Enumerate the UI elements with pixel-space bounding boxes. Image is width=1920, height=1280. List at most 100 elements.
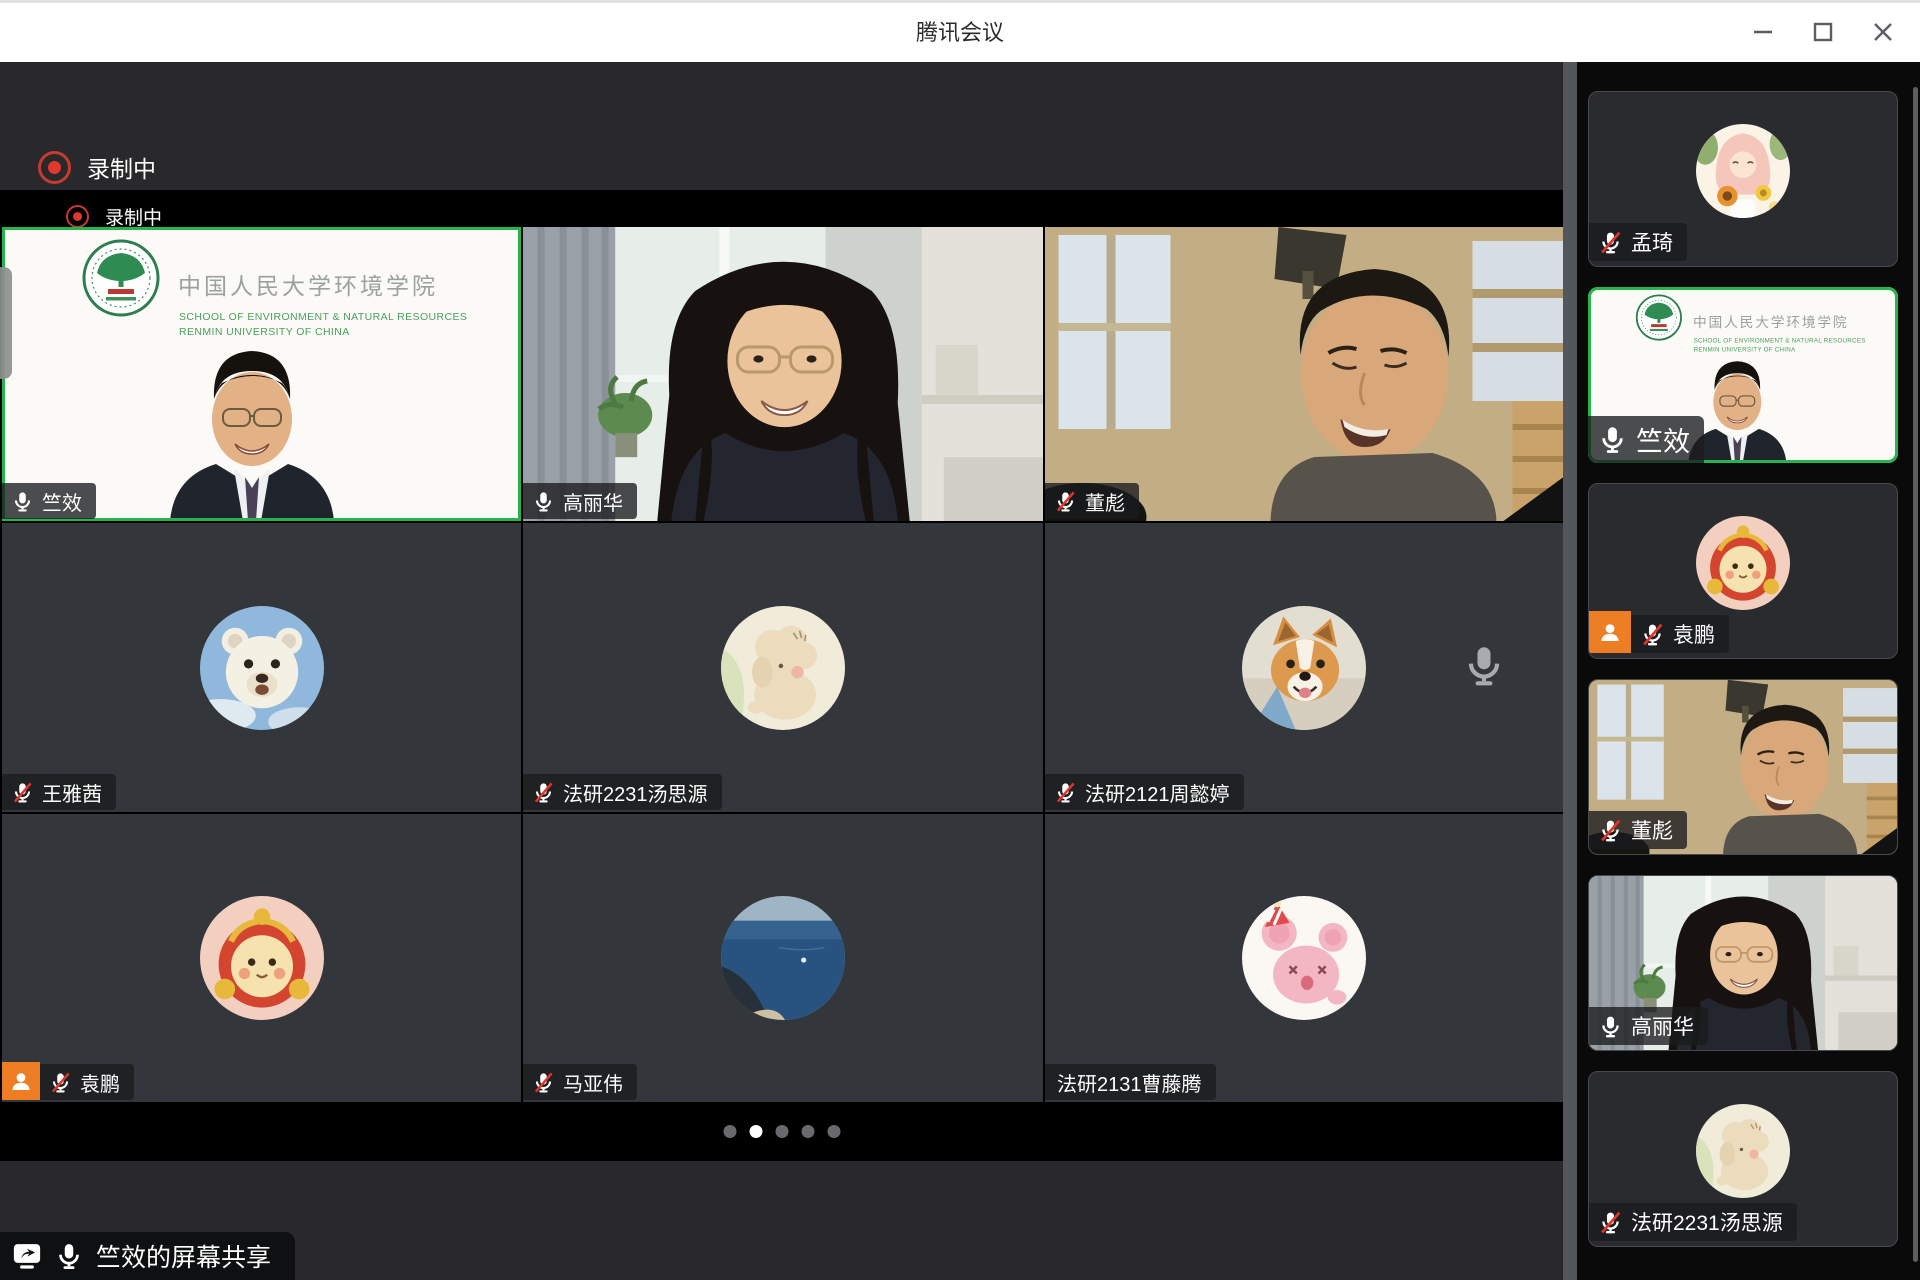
tencent-meeting-window: { "window": {"title": "腾讯会议"}, "recordin…: [0, 0, 1920, 1280]
maximize-button[interactable]: [1800, 9, 1846, 55]
participant-tile[interactable]: 袁鹏: [2, 814, 521, 1102]
meeting-content: 录制中 录制中 中国人民大学环境学院 SCHOOL OF ENVIRONMENT…: [0, 62, 1920, 1280]
panel-collapse-handle[interactable]: [0, 267, 12, 379]
participant-tile[interactable]: 中国人民大学环境学院 SCHOOL OF ENVIRONMENT & NATUR…: [2, 227, 521, 521]
pagination-dot[interactable]: [827, 1125, 840, 1138]
name-label: 王雅茜: [2, 774, 116, 810]
pagination-dot[interactable]: [723, 1125, 736, 1138]
participant-sidebar: 孟琦 中国人民大学环境学院 SCHOOL OF ENVIRONMENT & NA…: [1577, 62, 1920, 1280]
participant-tile[interactable]: 王雅茜: [2, 523, 521, 812]
avatar-tiger: [200, 896, 324, 1020]
recording-label: 录制中: [87, 150, 156, 184]
name-label: 袁鹏: [1631, 615, 1729, 653]
window-controls: [1740, 9, 1906, 55]
avatar-mouse: [1242, 896, 1366, 1020]
sidebar-participant-tile[interactable]: 董彪: [1588, 679, 1898, 855]
participant-name: 袁鹏: [1673, 619, 1715, 649]
mic-muted-icon: [1598, 230, 1623, 255]
participant-name-row: 马亚伟: [523, 1064, 637, 1100]
participant-name-row: 高丽华: [1589, 1007, 1708, 1045]
record-dot-icon: [38, 151, 71, 184]
participant-tile[interactable]: 法研2131曹藤腾: [1045, 814, 1563, 1102]
avatar-corgi: [1242, 606, 1366, 730]
name-label: 竺效: [1588, 416, 1704, 463]
shared-screen-view: 录制中 中国人民大学环境学院 SCHOOL OF ENVIRONMENT & N…: [0, 190, 1563, 1161]
sidebar-participant-tile[interactable]: 法研2231汤思源: [1588, 1071, 1898, 1247]
mic-on-icon: [54, 1241, 84, 1271]
name-label: 法研2121周懿婷: [1045, 774, 1244, 810]
minimize-icon: [1752, 21, 1774, 43]
sidebar-scrollbar[interactable]: [1913, 87, 1918, 1262]
screen-share-banner: 竺效的屏幕共享: [0, 1232, 295, 1280]
slide-subtitle-1: SCHOOL OF ENVIRONMENT & NATURAL RESOURCE…: [179, 311, 467, 323]
participant-name: 法研2121周懿婷: [1085, 778, 1230, 807]
participant-name: 法研2231汤思源: [1631, 1207, 1783, 1237]
mic-muted-icon: [1054, 781, 1077, 804]
screen-share-label: 竺效的屏幕共享: [96, 1238, 271, 1274]
mic-on-icon: [1461, 642, 1507, 693]
avatar-dog: [721, 606, 845, 730]
name-label: 法研2231汤思源: [1589, 1203, 1797, 1241]
name-label: 袁鹏: [40, 1064, 134, 1100]
member-badge-icon: [1589, 611, 1631, 653]
name-label: 高丽华: [1589, 1007, 1708, 1045]
participant-tile[interactable]: 董彪: [1045, 227, 1563, 521]
mic-on-icon: [11, 490, 34, 513]
mic-muted-icon: [532, 1071, 555, 1094]
sidebar-participant-tile[interactable]: 孟琦: [1588, 91, 1898, 267]
recording-indicator: 录制中: [38, 150, 156, 184]
mic-muted-icon: [532, 781, 555, 804]
participant-name: 法研2231汤思源: [563, 778, 708, 807]
maximize-icon: [1812, 21, 1834, 43]
minimize-button[interactable]: [1740, 9, 1786, 55]
slide-subtitle-2: RENMIN UNIVERSITY OF CHINA: [179, 326, 350, 338]
pagination-dots: [723, 1125, 840, 1138]
participant-name: 法研2131曹藤腾: [1057, 1068, 1202, 1097]
pagination-dot[interactable]: [775, 1125, 788, 1138]
mic-muted-icon: [11, 781, 34, 804]
avatar-tiger: [1696, 516, 1790, 610]
avatar-dog: [1696, 1104, 1790, 1198]
name-label: 法研2131曹藤腾: [1045, 1064, 1216, 1100]
participant-name-row: 董彪: [1045, 483, 1139, 519]
slide-title: 中国人民大学环境学院: [1693, 315, 1848, 330]
participant-name-row: 袁鹏: [2, 1062, 134, 1100]
mic-on-icon: [1598, 1014, 1623, 1039]
participant-name: 袁鹏: [80, 1068, 120, 1097]
pagination-dot[interactable]: [749, 1125, 762, 1138]
title-bar: 腾讯会议: [0, 0, 1920, 62]
record-dot-icon: [66, 205, 89, 228]
slide-title: 中国人民大学环境学院: [178, 273, 438, 299]
member-badge-icon: [2, 1062, 40, 1100]
participant-name-row: 袁鹏: [1589, 611, 1729, 653]
participant-name-row: 法研2131曹藤腾: [1045, 1064, 1216, 1100]
participant-tile[interactable]: 法研2231汤思源: [523, 523, 1043, 812]
participant-name: 高丽华: [1631, 1011, 1694, 1041]
participant-name: 马亚伟: [563, 1068, 623, 1097]
video-feed: [523, 227, 1043, 521]
participant-name: 董彪: [1631, 815, 1673, 845]
main-sidebar-divider: [1563, 62, 1577, 1280]
participant-tile[interactable]: 法研2121周懿婷: [1045, 523, 1563, 812]
participant-name-row: 竺效: [2, 483, 96, 519]
name-label: 孟琦: [1589, 223, 1687, 261]
participant-tile[interactable]: 马亚伟: [523, 814, 1043, 1102]
screen-share-icon: [12, 1241, 42, 1271]
participant-name-row: 王雅茜: [2, 774, 116, 810]
participant-name: 竺效: [42, 487, 82, 516]
name-label: 马亚伟: [523, 1064, 637, 1100]
participant-tile[interactable]: 高丽华: [523, 227, 1043, 521]
mic-on-icon: [1597, 424, 1628, 455]
sidebar-participant-tile[interactable]: 高丽华: [1588, 875, 1898, 1051]
close-button[interactable]: [1860, 9, 1906, 55]
participant-name: 高丽华: [563, 487, 623, 516]
sidebar-participant-tile[interactable]: 中国人民大学环境学院 SCHOOL OF ENVIRONMENT & NATUR…: [1588, 287, 1898, 463]
participant-name-row: 董彪: [1589, 811, 1687, 849]
participant-grid: 中国人民大学环境学院 SCHOOL OF ENVIRONMENT & NATUR…: [2, 227, 1563, 1102]
window-title: 腾讯会议: [0, 3, 1920, 65]
sidebar-participant-tile[interactable]: 袁鹏: [1588, 483, 1898, 659]
pagination-dot[interactable]: [801, 1125, 814, 1138]
name-label: 董彪: [1589, 811, 1687, 849]
shared-recording-indicator: 录制中: [66, 203, 162, 230]
avatar-teddy: [200, 606, 324, 730]
